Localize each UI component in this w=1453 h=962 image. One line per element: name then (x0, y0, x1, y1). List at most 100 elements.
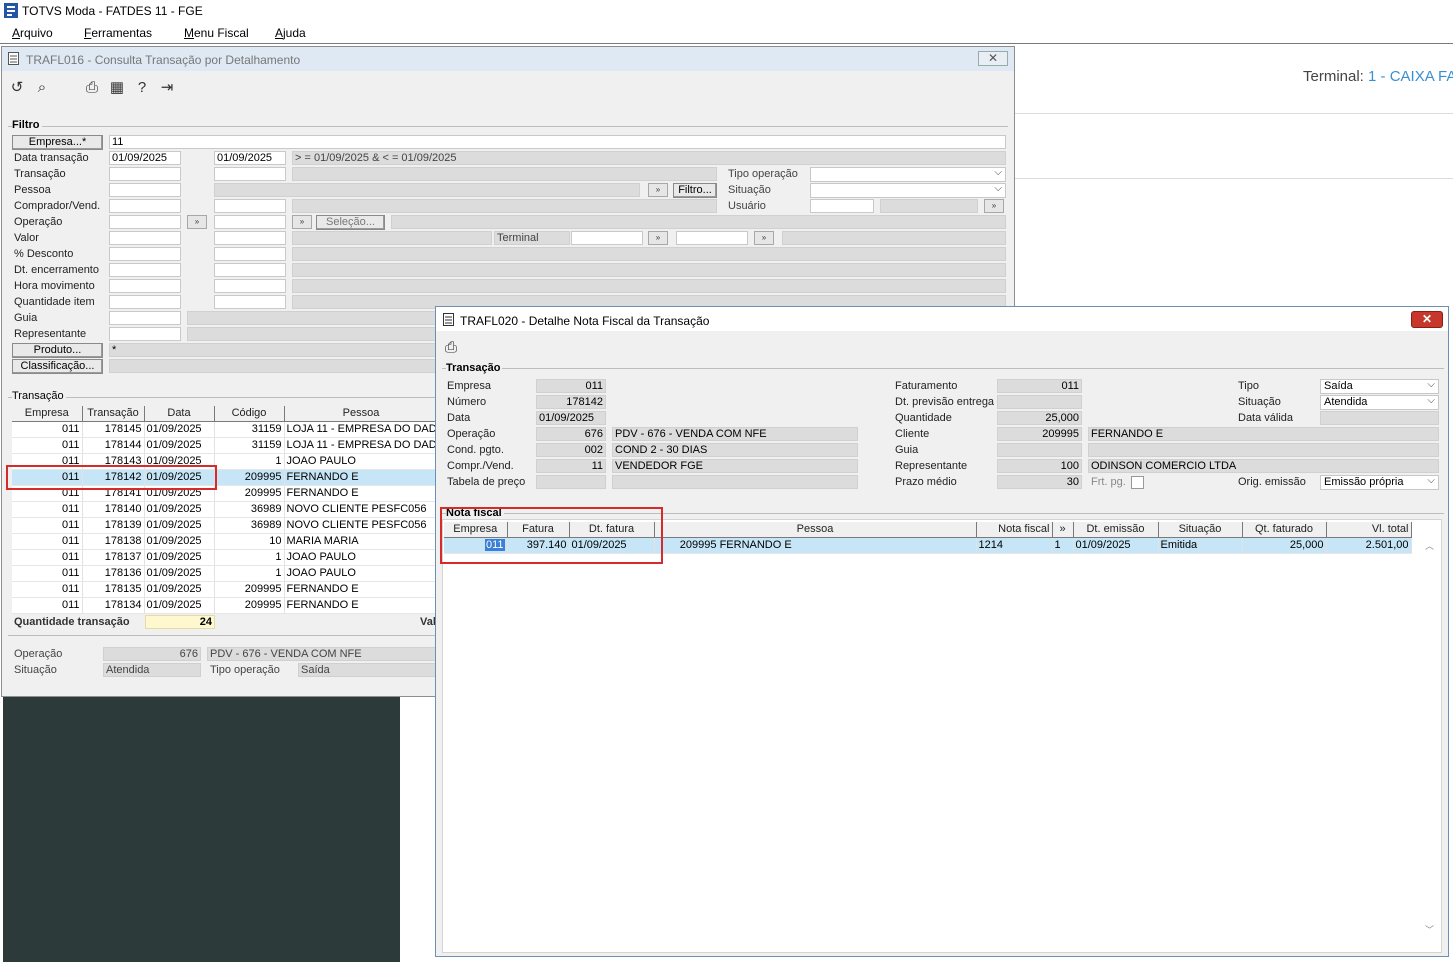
col-transacao[interactable]: Transação (82, 406, 145, 422)
data-valida-label: Data válida (1238, 412, 1294, 424)
tabela-preco-code (536, 475, 606, 489)
table-row[interactable]: 011 178136 01/09/2025 1 JOAO PAULO (12, 565, 439, 582)
cell-pessoa: FERNANDO E (284, 597, 439, 614)
col-pessoa[interactable]: Pessoa (654, 522, 977, 538)
cell-pessoa: JOAO PAULO (284, 453, 439, 470)
footer-operacao-desc: PDV - 676 - VENDA COM NFE (207, 647, 438, 661)
refresh-icon[interactable]: ↺ (8, 79, 26, 97)
close-button[interactable]: ✕ (978, 51, 1008, 66)
col-nota-fiscal[interactable]: Nota fiscal (976, 522, 1053, 538)
table-row[interactable]: 011 178140 01/09/2025 36989 NOVO CLIENTE PES… (12, 501, 439, 518)
table-row[interactable]: 011 178137 01/09/2025 1 JOAO PAULO (12, 549, 439, 566)
qtd-item-de-field[interactable] (109, 295, 181, 309)
operacao-desc: PDV - 676 - VENDA COM NFE (612, 427, 858, 441)
valor-ate-field[interactable] (214, 231, 286, 245)
close-button[interactable]: ✕ (1411, 311, 1443, 328)
encerramento-de-field[interactable] (109, 263, 181, 277)
print-icon[interactable]: ⎙ (442, 339, 460, 357)
hora-de-field[interactable] (109, 279, 181, 293)
frt-pg-checkbox[interactable] (1131, 476, 1144, 489)
col-expand[interactable]: » (1052, 522, 1074, 538)
cell-empresa: 011 (12, 501, 83, 518)
situacao-select[interactable]: Atendida (1320, 394, 1439, 410)
col-codigo[interactable]: Código (214, 406, 285, 422)
situacao-select[interactable] (810, 182, 1006, 198)
col-qt-faturado[interactable]: Qt. faturado (1242, 522, 1327, 538)
col-data[interactable]: Data (144, 406, 215, 422)
scroll-up-icon[interactable]: ︿ (1425, 539, 1434, 552)
terminal-de-lookup-button[interactable]: » (648, 231, 668, 245)
label-transacao: Transação (14, 168, 66, 180)
table-row[interactable]: 011 178138 01/09/2025 10 MARIA MARIA (12, 533, 439, 550)
filtro-button[interactable]: Filtro... (673, 183, 717, 198)
pessoa-lookup-button[interactable]: » (648, 183, 668, 197)
scroll-down-icon[interactable]: ﹀ (1425, 923, 1434, 936)
classificacao-button[interactable]: Classificação... (12, 359, 103, 374)
calendar-icon[interactable]: ▦ (108, 79, 126, 97)
transacao-de-field[interactable] (109, 167, 181, 181)
qtd-item-ate-field[interactable] (214, 295, 286, 309)
help-icon[interactable]: ? (133, 79, 151, 97)
valor-de-field[interactable] (109, 231, 181, 245)
tipo-operacao-select[interactable] (810, 166, 1006, 182)
operacao-lookup-button[interactable]: » (187, 215, 207, 229)
cell-pessoa: FERNANDO E (284, 485, 439, 502)
col-empresa[interactable]: Empresa (12, 406, 83, 422)
transacao-ate-field[interactable] (214, 167, 286, 181)
comprador-de-field[interactable] (109, 199, 181, 213)
produto-button[interactable]: Produto... (12, 343, 103, 358)
terminal-ate-lookup-button[interactable]: » (754, 231, 774, 245)
table-row[interactable]: 011 178145 01/09/2025 31159 LOJA 11 - EMPRES… (12, 421, 439, 438)
cell-transacao: 178145 (82, 421, 145, 438)
quantidade-value: 25,000 (997, 411, 1082, 425)
col-dt-emissao[interactable]: Dt. emissão (1073, 522, 1159, 538)
desconto-ate-field[interactable] (214, 247, 286, 261)
orig-emissao-select[interactable]: Emissão própria (1320, 474, 1439, 490)
col-situacao[interactable]: Situação (1158, 522, 1243, 538)
quantidade-label: Quantidade (895, 412, 952, 424)
menu-fiscal[interactable]: Menu Fiscal (184, 26, 249, 40)
search-icon[interactable]: ⌕ (33, 79, 51, 97)
operacao-ate-lookup-button[interactable]: » (292, 215, 312, 229)
col-pessoa[interactable]: Pessoa (284, 406, 439, 422)
cell-empresa: 011 (12, 565, 83, 582)
data-de-field[interactable]: 01/09/2025 (109, 151, 181, 165)
operacao-de-field[interactable] (109, 215, 181, 229)
cell-empresa: 011 (12, 437, 83, 454)
menu-arquivo[interactable]: Arquivo (12, 26, 53, 40)
classificacao-field (109, 359, 437, 373)
menu-ferramentas[interactable]: Ferramentas (84, 26, 152, 40)
empresa-button[interactable]: Empresa...* (12, 135, 103, 150)
comprador-ate-field[interactable] (214, 199, 286, 213)
usuario-field[interactable] (810, 199, 874, 213)
cell-codigo: 209995 (214, 485, 285, 502)
desconto-de-field[interactable] (109, 247, 181, 261)
print-icon[interactable]: ⎙ (83, 79, 101, 97)
tipo-select[interactable]: Saída (1320, 378, 1439, 394)
table-row[interactable]: 011 178134 01/09/2025 209995 FERNANDO E (12, 597, 439, 614)
table-row[interactable]: 011 178135 01/09/2025 209995 FERNANDO E (12, 581, 439, 598)
hora-ate-field[interactable] (214, 279, 286, 293)
transacao-table[interactable]: Empresa Transação Data Código Pessoa 011… (12, 406, 439, 614)
table-row[interactable]: 011 178144 01/09/2025 31159 LOJA 11 - EMPRES… (12, 437, 439, 454)
usuario-lookup-button[interactable]: » (984, 199, 1004, 213)
exit-icon[interactable]: ⇥ (158, 79, 176, 97)
operacao-ate-field[interactable] (214, 215, 286, 229)
selecao-button[interactable]: Seleção... (316, 215, 385, 230)
cell-codigo: 10 (214, 533, 285, 550)
label-data-transacao: Data transação (14, 152, 89, 164)
pessoa-de-field[interactable] (109, 183, 181, 197)
col-vl-total[interactable]: Vl. total (1326, 522, 1412, 538)
divider (1015, 178, 1453, 179)
terminal-ate-field[interactable] (676, 231, 748, 245)
encerramento-ate-field[interactable] (214, 263, 286, 277)
table-row[interactable]: 011 178139 01/09/2025 36989 NOVO CLIENTE PES… (12, 517, 439, 534)
representante-field[interactable] (109, 327, 181, 341)
terminal-de-field[interactable] (571, 231, 643, 245)
transacao-group-title: Transação (446, 362, 503, 374)
empresa-field[interactable]: 11 (109, 135, 1006, 149)
highlight-nota-fiscal (440, 507, 663, 564)
data-ate-field[interactable]: 01/09/2025 (214, 151, 286, 165)
guia-field[interactable] (109, 311, 181, 325)
menu-ajuda[interactable]: Ajuda (275, 26, 306, 40)
